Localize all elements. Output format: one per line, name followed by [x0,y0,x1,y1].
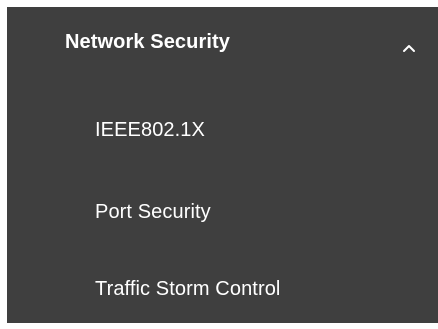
sidebar-item-ieee8021x[interactable]: IEEE802.1X [7,102,438,160]
submenu-item-label: IEEE802.1X [95,119,205,141]
network-security-label: Network Security [65,31,230,53]
sidebar-item-traffic-storm-control[interactable]: Traffic Storm Control [7,261,438,319]
network-security-menu-header[interactable]: Network Security [7,7,438,79]
navigation-menu: Network Security IEEE802.1X Port Securit… [7,7,438,323]
submenu-item-label: Traffic Storm Control [95,278,281,300]
submenu-item-label: Port Security [95,201,211,223]
chevron-up-icon[interactable] [402,44,416,53]
sidebar-item-port-security[interactable]: Port Security [7,184,438,242]
